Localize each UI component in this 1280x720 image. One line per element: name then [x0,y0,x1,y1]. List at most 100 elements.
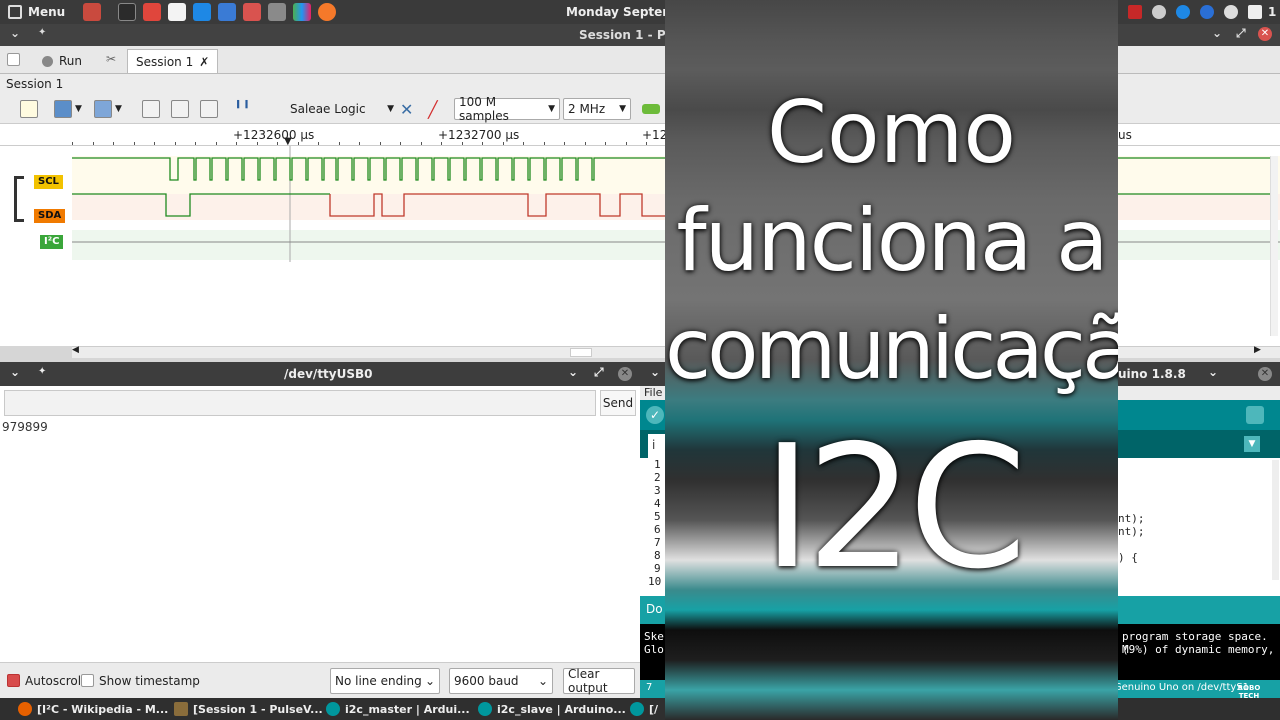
ruler-label: +1232700 µs [438,128,520,142]
intel-icon[interactable] [1200,5,1214,19]
autoscroll-label: Autoscroll [25,674,85,688]
task-i2c-slave[interactable]: i2c_slave | Arduino... [478,700,626,718]
notification-icon[interactable] [1248,5,1262,19]
line-number: 6 [654,523,661,536]
clear-output-button[interactable]: Clear output [563,667,635,695]
line-number: 3 [654,484,661,497]
blender-launcher-icon[interactable] [318,3,337,21]
run-button[interactable]: Run [34,49,90,73]
samples-value: 100 M samples [459,95,509,123]
minimize-icon[interactable]: ⌄ [568,365,578,379]
files-launcher-icon[interactable] [83,3,102,21]
tab-menu-icon[interactable]: ▼ [1244,436,1260,452]
zoom-out-icon[interactable] [171,100,189,118]
cursor-icon[interactable]: ╹╹ [234,101,251,117]
line-ending-select[interactable]: No line ending ⌄ [330,668,440,694]
baud-select[interactable]: 9600 baud ⌄ [449,668,553,694]
scroll-thumb[interactable] [570,348,592,357]
send-button[interactable]: Send [600,390,636,416]
vertical-scrollbar[interactable] [1270,156,1278,336]
editor-scrollbar[interactable] [1272,460,1279,580]
new-view-icon[interactable] [20,100,38,118]
serial-monitor-titlebar[interactable]: ⌄ ✦ /dev/ttyUSB0 ⌄ ⤢ ✕ [0,362,640,386]
audio-launcher-icon[interactable] [293,3,312,21]
network-icon[interactable] [1152,5,1166,19]
terminal-launcher-icon[interactable] [118,3,137,21]
zoom-fit-icon[interactable] [200,100,218,118]
close-icon[interactable]: ✕ [618,367,632,381]
line-number: 2 [654,471,661,484]
close-icon[interactable]: ✕ [1258,27,1272,41]
samples-dropdown-icon: ▼ [548,104,555,114]
ruler-tick [359,142,360,145]
folder-launcher-icon[interactable] [243,3,262,21]
zoom-in-icon[interactable] [142,100,160,118]
code-fragment: ) { [1118,551,1138,564]
ruler-tick [215,142,217,145]
maximize-icon[interactable]: ⤢ [594,365,604,380]
task-label: i2c_slave | Arduino... [497,702,626,716]
window-menu-chevron-icon[interactable]: ⌄ [650,365,660,379]
menu-file[interactable]: File [644,386,662,399]
window-menu-chevron-icon[interactable]: ⌄ [10,26,20,40]
autoscroll-checkbox[interactable] [7,674,20,687]
task-pulseview[interactable]: [Session 1 - PulseV... [174,700,323,718]
samples-select[interactable]: 100 M samples ▼ [454,95,560,123]
rate-select[interactable]: 2 MHz ▼ [563,98,631,120]
console-line: (9%) of dynamic memory, [1122,643,1275,656]
open-dropdown-icon[interactable]: ▼ [75,104,82,114]
bluetooth-icon[interactable] [1176,5,1190,19]
task-serial[interactable]: [/ [630,700,658,718]
scroll-left-icon[interactable]: ◀ [72,345,79,355]
pin-icon[interactable]: ✦ [38,27,46,38]
line-number: 8 [654,549,661,562]
user-icon[interactable] [1224,5,1238,19]
minimize-icon[interactable]: ⌄ [1208,365,1218,379]
overlay-line-4: I2C [762,409,1027,607]
ccleaner-launcher-icon[interactable] [193,3,212,21]
save-file-icon[interactable] [94,100,112,118]
ruler-tick [461,142,463,145]
ruler-tick [584,142,586,145]
verify-icon[interactable]: ✓ [646,406,664,424]
tab-session-1[interactable]: Session 1 ✗ [127,49,219,73]
tray-count: 1 [1268,5,1277,19]
scroll-right-icon[interactable]: ▶ [1254,345,1261,355]
arduino-icon [326,702,340,716]
task-label: [Session 1 - PulseV... [193,702,323,716]
open-file-icon[interactable] [54,100,72,118]
shield-icon[interactable] [1128,5,1142,19]
ruler-tick [543,142,545,145]
tab-close-icon[interactable]: ✗ [199,55,209,69]
code-fragment: nt); [1118,525,1145,538]
decoder-icon[interactable] [642,104,660,114]
timestamp-checkbox[interactable] [81,674,94,687]
main-menu-button[interactable]: Menu [0,5,73,19]
mint-logo-icon [8,5,22,19]
drive-launcher-icon[interactable] [218,3,237,21]
serial-input[interactable] [4,390,596,416]
firefox-icon [18,702,32,716]
panel-toggle-checkbox[interactable] [7,53,20,66]
configure-icon[interactable]: ✕ [400,100,413,119]
footer-board: no/Genuino Uno on /dev/ttyS1 [1098,682,1250,693]
pin-icon[interactable]: ✦ [38,366,46,377]
device-label: Saleae Logic [290,102,366,116]
line-number: 1 [654,458,661,471]
close-icon[interactable]: ✕ [1258,367,1272,381]
sda-waveform-high [72,193,330,217]
task-wikipedia[interactable]: [I²C - Wikipedia - M... [18,700,168,718]
maximize-icon[interactable]: ⤢ [1236,26,1246,41]
vivaldi-launcher-icon[interactable] [143,3,162,21]
sda-waveform [329,193,665,217]
mail-launcher-icon[interactable] [268,3,287,21]
minimize-icon[interactable]: ⌄ [1212,26,1222,40]
serial-monitor-icon[interactable] [1246,406,1264,424]
device-selector[interactable]: Saleae Logic ▼ [290,98,394,120]
wrench-icon[interactable]: ✂ [106,52,116,66]
task-i2c-master[interactable]: i2c_master | Ardui... [326,700,470,718]
docs-launcher-icon[interactable] [168,3,187,21]
probe-icon[interactable]: ╱ [428,100,438,119]
window-menu-chevron-icon[interactable]: ⌄ [10,365,20,379]
save-dropdown-icon[interactable]: ▼ [115,104,122,114]
